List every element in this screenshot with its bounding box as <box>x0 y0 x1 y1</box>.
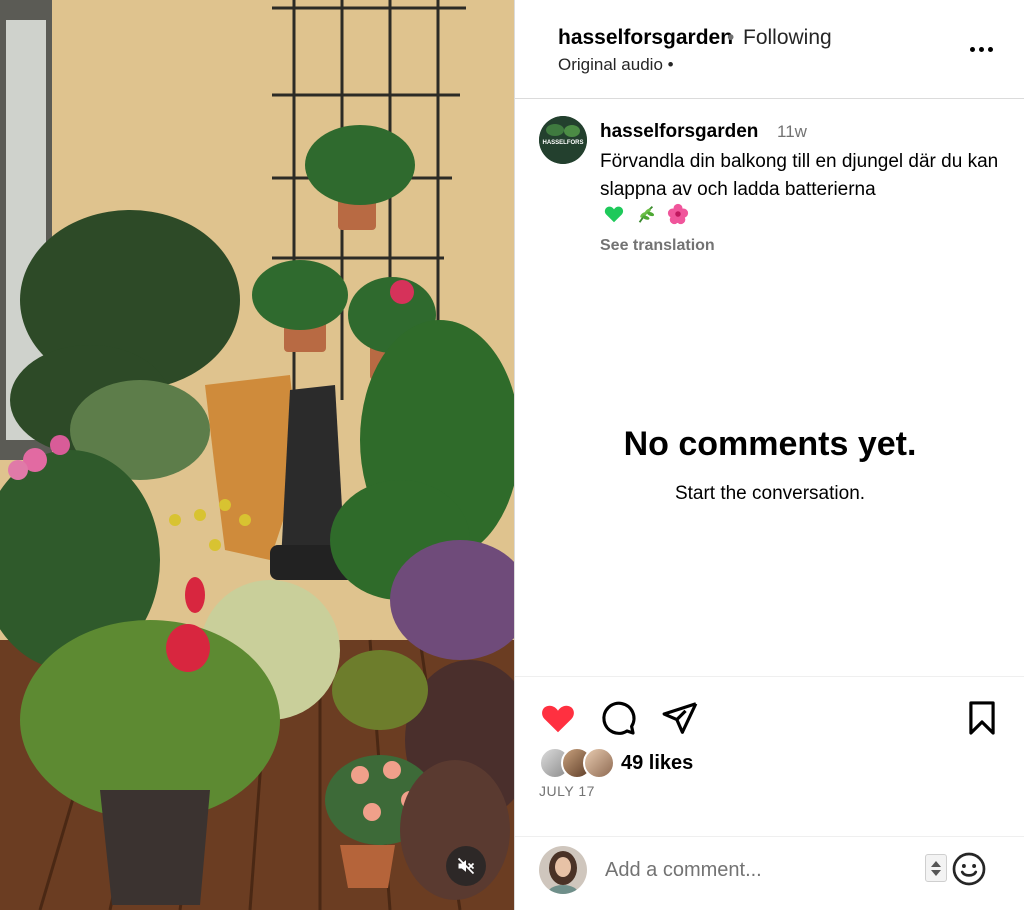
emoji-picker-button[interactable] <box>951 851 987 887</box>
comment-icon <box>602 701 636 735</box>
save-button[interactable] <box>963 699 1001 737</box>
more-options-button[interactable] <box>965 38 997 60</box>
spin-down-icon <box>931 869 941 876</box>
caption-text: Förvandla din balkong till en djungel dä… <box>600 151 999 200</box>
likes-count[interactable]: 49 likes <box>621 752 693 775</box>
current-user-photo <box>539 846 587 894</box>
hasselfors-logo-avatar: HASSELFORS <box>539 116 587 164</box>
speaker-muted-icon <box>457 857 475 875</box>
mute-toggle-button[interactable] <box>446 846 486 886</box>
original-audio-link[interactable]: Original audio • <box>558 55 674 75</box>
liker-avatars[interactable] <box>539 747 619 779</box>
current-user-avatar <box>539 846 587 894</box>
caption-timestamp[interactable]: 11w <box>777 122 807 142</box>
green-heart-emoji <box>604 206 624 223</box>
header-username-link[interactable]: hasselforsgarden <box>558 26 733 50</box>
post-date[interactable]: JULY 17 <box>539 783 595 799</box>
heart-filled-icon <box>542 705 574 733</box>
following-button[interactable]: Following <box>743 26 832 50</box>
herb-emoji <box>638 205 655 223</box>
header-separator: • <box>727 26 735 49</box>
post-media[interactable] <box>0 0 514 910</box>
share-button[interactable] <box>661 699 699 737</box>
no-comments-title: No comments yet. <box>623 425 917 463</box>
more-dot <box>987 46 993 52</box>
comment-input[interactable] <box>605 853 905 887</box>
more-horizontal-icon <box>969 46 975 52</box>
caption-emojis <box>603 203 689 225</box>
bookmark-icon <box>969 701 995 735</box>
input-spin-control[interactable] <box>925 854 947 882</box>
caption-avatar[interactable]: HASSELFORS <box>539 116 587 164</box>
avatar-brand-text: HASSELFORS <box>542 140 583 146</box>
emoji-smile-icon <box>952 852 986 886</box>
post-side-panel: hasselforsgarden • Following Original au… <box>514 0 1024 910</box>
see-translation-link[interactable]: See translation <box>600 237 715 255</box>
caption-username-link[interactable]: hasselforsgarden <box>600 121 758 143</box>
post-header: hasselforsgarden • Following Original au… <box>515 0 1024 99</box>
spin-up-icon <box>931 860 941 867</box>
comment-button[interactable] <box>599 699 637 737</box>
hibiscus-emoji <box>667 203 689 225</box>
post-actions: 49 likes JULY 17 <box>515 676 1024 836</box>
like-button[interactable] <box>539 699 577 737</box>
balcony-plants-photo <box>0 0 514 910</box>
comment-composer <box>515 836 1024 910</box>
send-icon <box>662 702 698 734</box>
more-dot <box>978 46 984 52</box>
liker-avatar <box>583 747 615 779</box>
no-comments-subtitle: Start the conversation. <box>674 483 866 504</box>
